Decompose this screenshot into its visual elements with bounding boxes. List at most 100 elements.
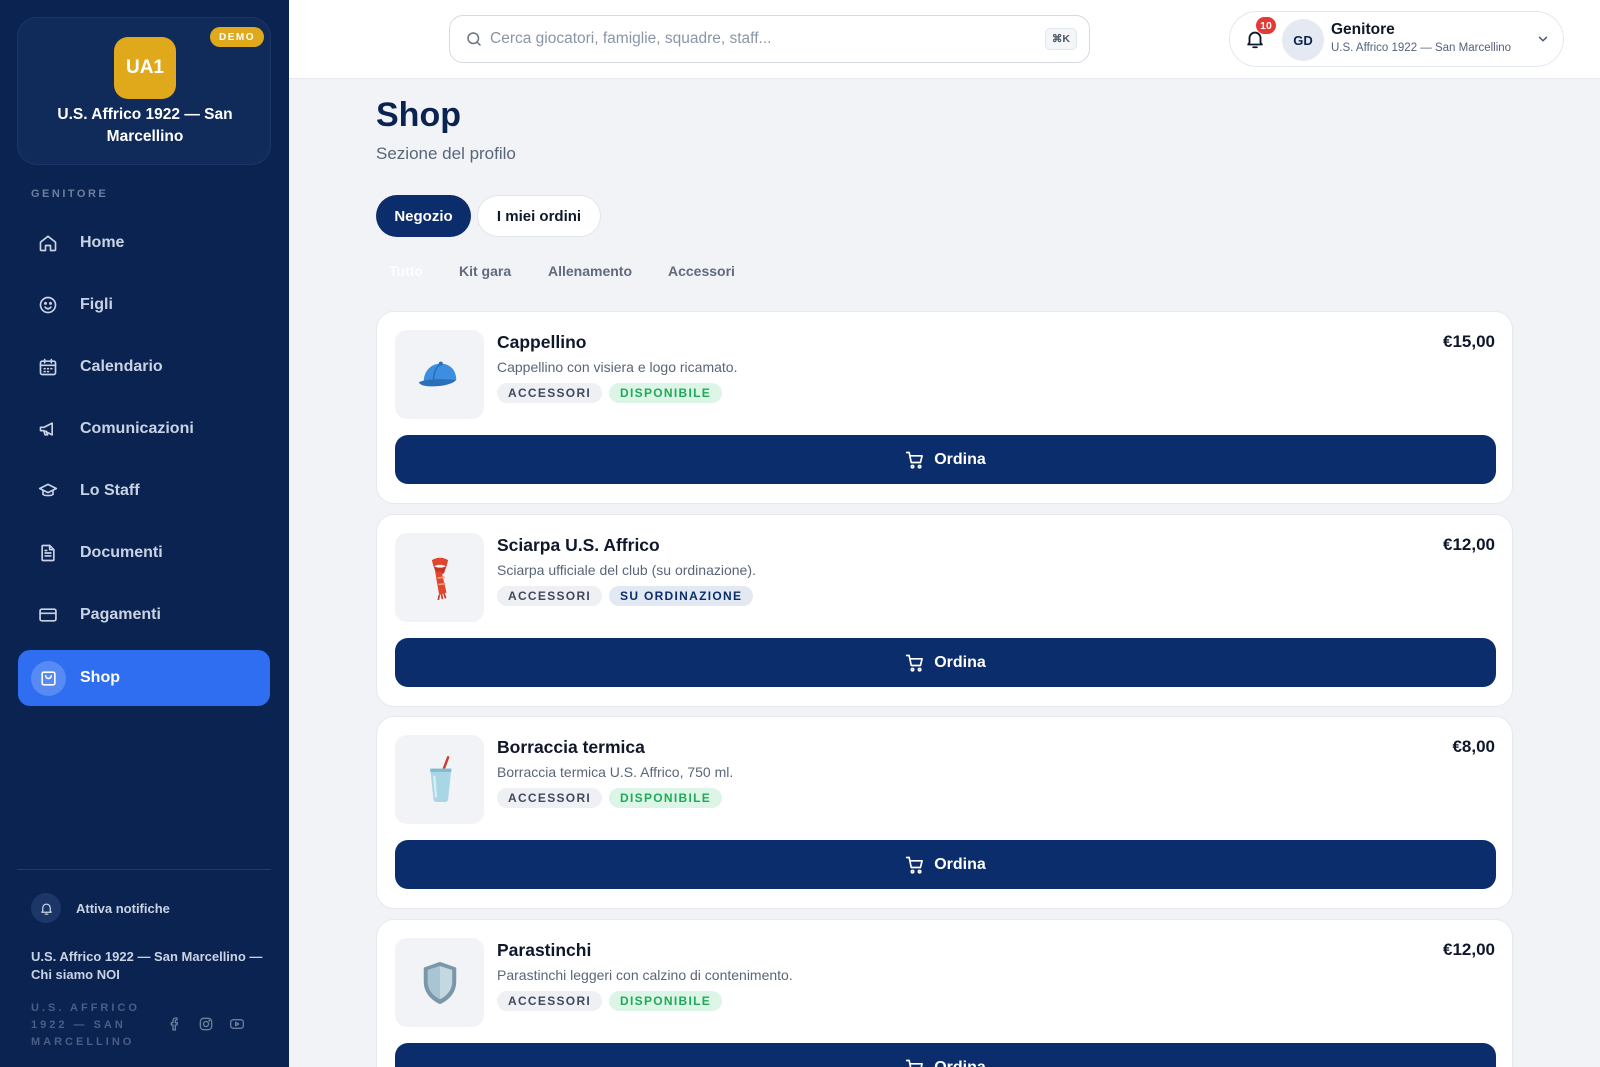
product-name: Borraccia termica <box>497 737 645 757</box>
filter-all[interactable]: Tutto <box>389 263 423 279</box>
cart-icon <box>906 1059 924 1067</box>
enable-notifications-button[interactable]: Attiva notifiche <box>31 893 170 923</box>
product-name: Cappellino <box>497 332 587 352</box>
filter-kit-gara[interactable]: Kit gara <box>459 263 511 279</box>
order-button-label: Ordina <box>934 855 986 873</box>
youtube-icon[interactable] <box>229 1016 245 1032</box>
product-card: Sciarpa U.S. Affrico Sciarpa ufficiale d… <box>376 514 1513 707</box>
product-card: Parastinchi Parastinchi leggeri con calz… <box>376 919 1513 1067</box>
sidebar-item-comunicazioni[interactable]: Comunicazioni <box>18 401 270 457</box>
sidebar: UA1 DEMO U.S. Affrico 1922 — San Marcell… <box>0 0 289 1067</box>
megaphone-icon <box>39 422 54 436</box>
product-badges: ACCESSORI DISPONIBILE <box>497 383 723 403</box>
filter-allenamento[interactable]: Allenamento <box>548 263 632 279</box>
product-description: Sciarpa ufficiale del club (su ordinazio… <box>497 562 756 578</box>
top-bar: ⌘K 10 GD Genitore U.S. Affrico 1922 — Sa… <box>289 0 1600 79</box>
chevron-down-icon <box>1538 36 1548 42</box>
order-button[interactable]: Ordina <box>395 1043 1496 1067</box>
home-icon <box>39 235 57 252</box>
status-badge: DISPONIBILE <box>609 991 723 1011</box>
scarf-icon <box>431 557 448 600</box>
instagram-icon[interactable] <box>198 1016 214 1032</box>
graduation-cap-icon <box>38 483 58 497</box>
enable-notifications-label: Attiva notifiche <box>76 900 170 916</box>
category-badge: ACCESSORI <box>497 586 603 606</box>
sidebar-item-figli[interactable]: Figli <box>18 277 270 333</box>
product-badges: ACCESSORI DISPONIBILE <box>497 991 723 1011</box>
about-link[interactable]: U.S. Affrico 1922 — San Marcellino — Chi… <box>31 948 266 984</box>
club-card: UA1 DEMO U.S. Affrico 1922 — San Marcell… <box>17 17 271 165</box>
cart-icon <box>906 856 924 874</box>
sidebar-section-label: GENITORE <box>31 188 109 200</box>
product-image <box>395 330 484 419</box>
page-title: Shop <box>376 96 461 134</box>
sidebar-item-staff[interactable]: Lo Staff <box>18 463 270 519</box>
cap-icon <box>418 361 456 386</box>
sidebar-item-label: Documenti <box>80 544 163 561</box>
product-name: Sciarpa U.S. Affrico <box>497 535 660 555</box>
product-price: €12,00 <box>1443 940 1495 959</box>
product-badges: ACCESSORI SU ORDINAZIONE <box>497 586 754 606</box>
tab-negozio[interactable]: Negozio <box>376 195 471 237</box>
order-button[interactable]: Ordina <box>395 840 1496 889</box>
status-badge: DISPONIBILE <box>609 788 723 808</box>
bell-icon <box>40 903 52 915</box>
search-box[interactable]: ⌘K <box>449 15 1090 63</box>
product-name: Parastinchi <box>497 940 592 960</box>
sidebar-item-documenti[interactable]: Documenti <box>18 525 270 581</box>
page-subtitle: Sezione del profilo <box>376 144 516 163</box>
notifications-icon-wrap <box>31 893 61 923</box>
product-image <box>395 938 484 1027</box>
status-badge: SU ORDINAZIONE <box>609 586 754 606</box>
user-role: Genitore <box>1331 21 1395 38</box>
product-description: Borraccia termica U.S. Affrico, 750 ml. <box>497 764 734 780</box>
shop-icon-wrap <box>31 661 66 696</box>
product-image <box>395 533 484 622</box>
shopping-bag-icon <box>41 671 56 686</box>
product-price: €8,00 <box>1452 737 1495 756</box>
category-badge: ACCESSORI <box>497 788 603 808</box>
order-button-label: Ordina <box>934 450 986 468</box>
sidebar-item-calendario[interactable]: Calendario <box>18 339 270 395</box>
shield-icon <box>423 961 456 1004</box>
sidebar-item-pagamenti[interactable]: Pagamenti <box>18 587 270 643</box>
user-club: U.S. Affrico 1922 — San Marcellino <box>1331 42 1512 54</box>
cup-icon <box>429 755 451 802</box>
product-description: Parastinchi leggeri con calzino di conte… <box>497 967 793 983</box>
search-shortcut-hint: ⌘K <box>1044 28 1077 50</box>
order-button-label: Ordina <box>934 653 986 671</box>
club-logo[interactable]: UA1 <box>114 37 176 99</box>
cart-icon <box>906 654 924 672</box>
credit-card-icon <box>39 608 57 622</box>
sidebar-item-label: Home <box>80 234 125 251</box>
calendar-icon <box>39 358 57 376</box>
search-icon <box>467 32 481 46</box>
avatar: GD <box>1282 19 1324 61</box>
order-button[interactable]: Ordina <box>395 435 1496 484</box>
category-badge: ACCESSORI <box>497 383 603 403</box>
cart-icon <box>906 451 924 469</box>
product-description: Cappellino con visiera e logo ricamato. <box>497 359 738 375</box>
order-button[interactable]: Ordina <box>395 638 1496 687</box>
tab-my-orders[interactable]: I miei ordini <box>477 195 601 237</box>
filter-accessori[interactable]: Accessori <box>668 263 735 279</box>
search-input[interactable] <box>490 26 1030 52</box>
sidebar-item-shop[interactable]: Shop <box>18 650 270 706</box>
sidebar-item-label: Figli <box>80 296 113 313</box>
sidebar-item-label: Pagamenti <box>80 606 161 623</box>
product-price: €15,00 <box>1443 332 1495 351</box>
product-card: Cappellino Cappellino con visiera e logo… <box>376 311 1513 504</box>
document-icon <box>41 544 55 562</box>
facebook-icon[interactable] <box>167 1016 183 1032</box>
demo-badge: DEMO <box>210 27 264 47</box>
sidebar-item-label: Comunicazioni <box>80 420 194 437</box>
product-price: €12,00 <box>1443 535 1495 554</box>
smile-icon <box>39 296 57 314</box>
sidebar-item-label: Shop <box>80 669 120 686</box>
category-badge: ACCESSORI <box>497 991 603 1011</box>
user-menu[interactable]: 10 GD Genitore U.S. Affrico 1922 — San M… <box>1229 11 1564 67</box>
sidebar-divider <box>17 869 271 870</box>
status-badge: DISPONIBILE <box>609 383 723 403</box>
order-button-label: Ordina <box>934 1058 986 1067</box>
sidebar-item-home[interactable]: Home <box>18 215 270 271</box>
